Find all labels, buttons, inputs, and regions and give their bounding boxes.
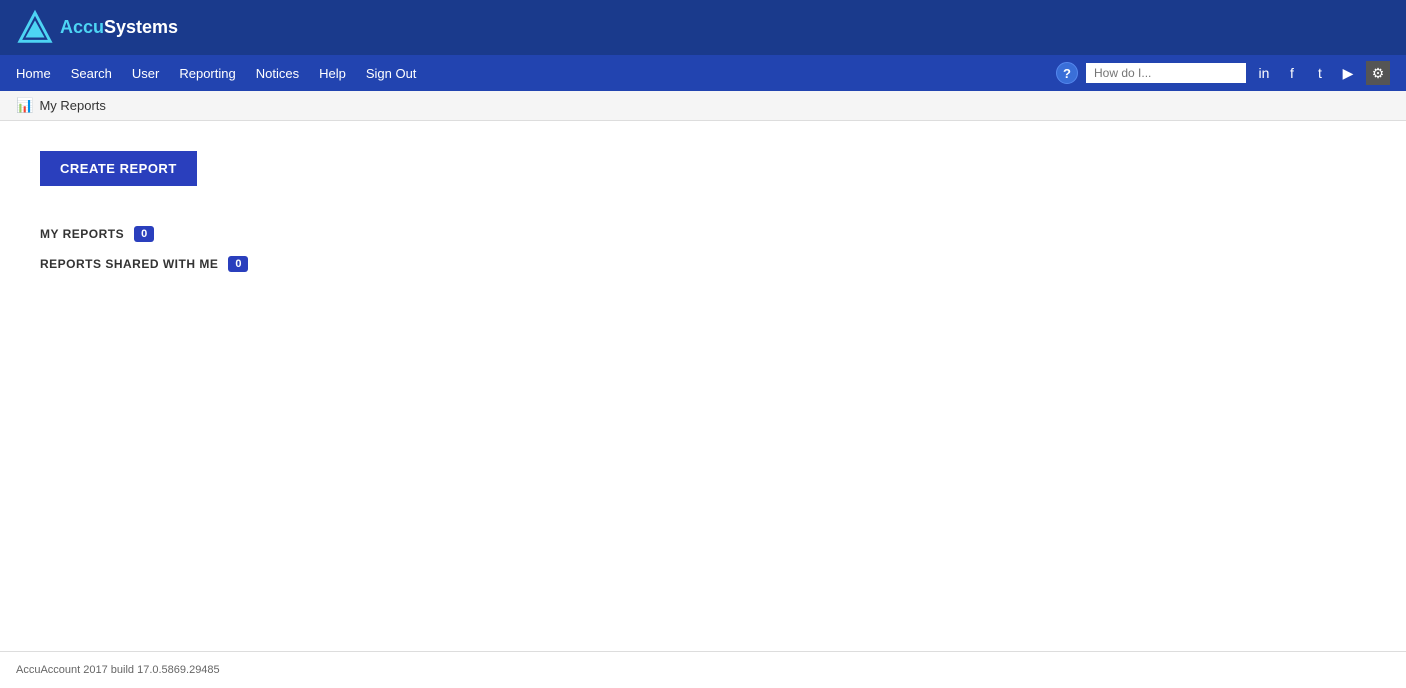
nav-help[interactable]: Help	[319, 66, 346, 81]
my-reports-row: MY REPORTS 0	[40, 226, 1366, 242]
shared-reports-count-badge: 0	[228, 256, 248, 272]
reports-chart-icon: 📊	[16, 97, 33, 114]
nav-bar: Home Search User Reporting Notices Help …	[0, 55, 1406, 91]
reports-section: MY REPORTS 0 REPORTS SHARED WITH ME 0	[40, 226, 1366, 272]
twitter-icon[interactable]: t	[1310, 65, 1330, 81]
settings-icon[interactable]: ⚙	[1366, 61, 1390, 85]
page-wrapper: AccuSystems Home Search User Reporting N…	[0, 0, 1406, 688]
nav-user[interactable]: User	[132, 66, 159, 81]
facebook-icon[interactable]: f	[1282, 65, 1302, 81]
logo-icon	[16, 9, 54, 47]
linkedin-icon[interactable]: in	[1254, 65, 1274, 81]
create-report-button[interactable]: CREATE REPORT	[40, 151, 197, 186]
breadcrumb-text: My Reports	[39, 98, 105, 113]
content-area: CREATE REPORT MY REPORTS 0 REPORTS SHARE…	[0, 121, 1406, 651]
logo-systems: Systems	[104, 17, 178, 37]
shared-reports-row: REPORTS SHARED WITH ME 0	[40, 256, 1366, 272]
my-reports-label: MY REPORTS	[40, 227, 124, 241]
shared-reports-label: REPORTS SHARED WITH ME	[40, 257, 218, 271]
nav-reporting[interactable]: Reporting	[179, 66, 235, 81]
logo-container[interactable]: AccuSystems	[16, 9, 178, 47]
my-reports-count-badge: 0	[134, 226, 154, 242]
brand-bar: AccuSystems	[0, 0, 1406, 55]
search-input[interactable]	[1086, 63, 1246, 83]
nav-home[interactable]: Home	[16, 66, 51, 81]
footer-text: AccuAccount 2017 build 17.0.5869.29485	[16, 664, 220, 676]
breadcrumb-bar: 📊 My Reports	[0, 91, 1406, 121]
logo-accu: Accu	[60, 17, 104, 37]
footer: AccuAccount 2017 build 17.0.5869.29485	[0, 652, 1406, 688]
nav-search[interactable]: Search	[71, 66, 112, 81]
nav-signout[interactable]: Sign Out	[366, 66, 417, 81]
nav-notices[interactable]: Notices	[256, 66, 299, 81]
nav-right: ? in f t ▶ ⚙	[1056, 61, 1390, 85]
youtube-icon[interactable]: ▶	[1338, 65, 1358, 82]
main-content: CREATE REPORT MY REPORTS 0 REPORTS SHARE…	[0, 121, 1406, 302]
logo-text: AccuSystems	[60, 17, 178, 38]
help-question-icon[interactable]: ?	[1056, 62, 1078, 84]
nav-links: Home Search User Reporting Notices Help …	[16, 66, 416, 81]
